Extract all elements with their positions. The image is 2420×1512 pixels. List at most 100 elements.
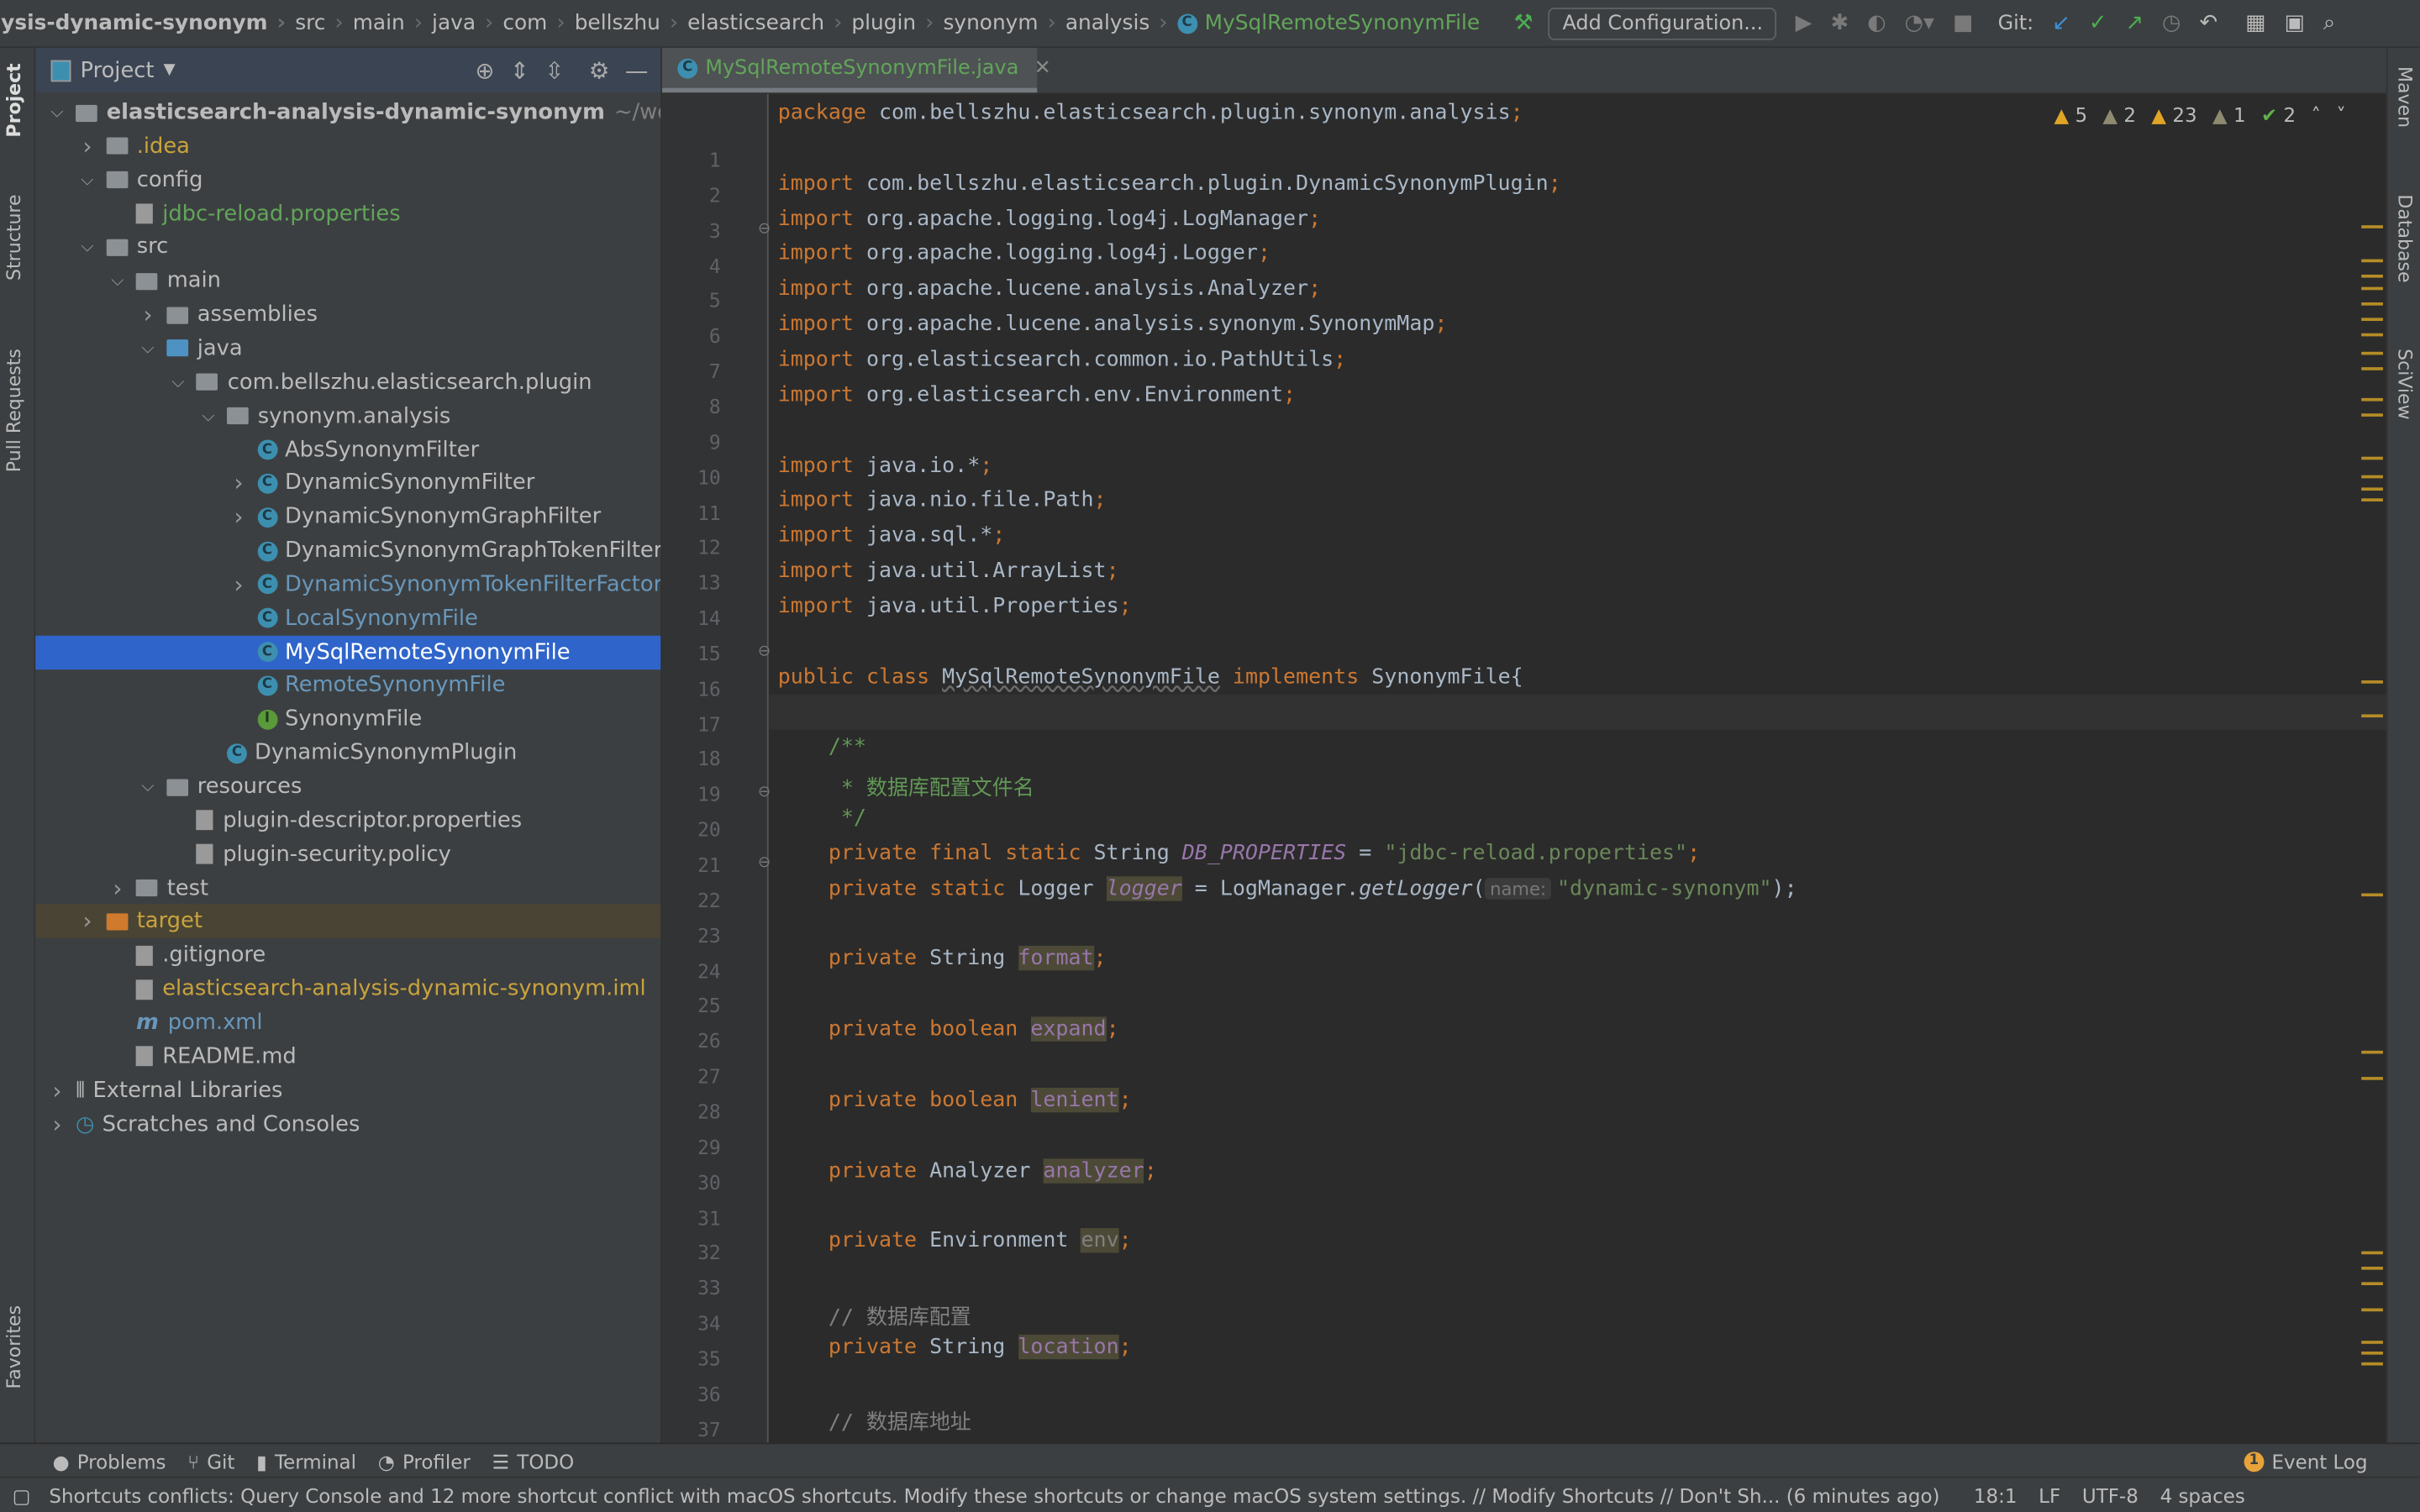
chevron-right-icon[interactable]: › bbox=[78, 133, 97, 160]
git-commit-icon[interactable]: ✓ bbox=[2089, 11, 2107, 35]
warning-stripe-mark[interactable] bbox=[2361, 1282, 2383, 1286]
next-highlight-icon[interactable]: ˅ bbox=[2336, 103, 2345, 127]
tool-tab-favorites[interactable]: Favorites bbox=[3, 1305, 25, 1389]
chevron-down-icon[interactable]: ⌵ bbox=[48, 102, 66, 123]
warnings-count[interactable]: ▲ 5 bbox=[2054, 103, 2087, 127]
tree-item[interactable]: m pom.xml bbox=[35, 1005, 660, 1039]
chevron-right-icon[interactable]: › bbox=[229, 470, 248, 497]
warning-stripe-mark[interactable] bbox=[2361, 333, 2383, 337]
code-line[interactable]: import com.bellszhu.elasticsearch.plugin… bbox=[778, 171, 1561, 195]
tree-item[interactable]: › test bbox=[35, 871, 660, 905]
history-icon[interactable]: ◷ bbox=[2162, 11, 2181, 35]
chevron-right-icon[interactable]: › bbox=[139, 301, 157, 328]
close-icon[interactable]: ✕ bbox=[1034, 56, 1051, 80]
code-line[interactable]: import org.elasticsearch.common.io.PathU… bbox=[778, 347, 1346, 371]
tree-item[interactable]: README.md bbox=[35, 1040, 660, 1074]
code-line[interactable]: private String format; bbox=[778, 946, 1107, 972]
code-line[interactable]: private boolean expand; bbox=[778, 1016, 1119, 1042]
rollback-icon[interactable]: ↶ bbox=[2200, 11, 2218, 35]
chevron-down-icon[interactable]: ⌵ bbox=[78, 237, 97, 259]
line-separator[interactable]: LF bbox=[2039, 1484, 2060, 1508]
status-message[interactable]: Shortcuts conflicts: Query Console and 1… bbox=[49, 1484, 1939, 1508]
code-line[interactable]: package com.bellszhu.elasticsearch.plugi… bbox=[778, 100, 1523, 124]
code-line[interactable]: * 数据库配置文件名 bbox=[778, 770, 1034, 801]
tree-item[interactable]: C RemoteSynonymFile bbox=[35, 669, 660, 702]
hide-icon[interactable]: — bbox=[625, 56, 649, 84]
weak-warnings-count[interactable]: ▲ 2 bbox=[2102, 103, 2136, 127]
breadcrumb-item[interactable]: analysis › bbox=[1065, 11, 1177, 35]
code-line[interactable]: private final static String DB_PROPERTIE… bbox=[778, 841, 1700, 865]
tool-tab-sciview[interactable]: SciView bbox=[2394, 349, 2416, 420]
breadcrumb-item[interactable]: elasticsearch › bbox=[687, 11, 851, 35]
project-view-selector[interactable]: Project bbox=[81, 58, 155, 82]
code-line[interactable]: private String location; bbox=[778, 1334, 1132, 1359]
fold-icon[interactable]: ⊖ bbox=[758, 643, 771, 660]
code-line[interactable]: private static Logger logger = LogManage… bbox=[778, 875, 1797, 901]
warning-stripe-mark[interactable] bbox=[2361, 475, 2383, 479]
warning-stripe-mark[interactable] bbox=[2361, 1077, 2383, 1080]
tree-item[interactable]: C AbsSynonymFilter bbox=[35, 433, 660, 466]
tab-mysqlremotesynonymfile[interactable]: C MySqlRemoteSynonymFile.java ✕ bbox=[661, 47, 1051, 93]
tree-item[interactable]: elasticsearch-analysis-dynamic-synonym.i… bbox=[35, 972, 660, 1005]
tree-item[interactable]: ⌵ synonym.analysis bbox=[35, 399, 660, 433]
run-icon[interactable]: ▶ bbox=[1796, 11, 1812, 35]
build-hammer-icon[interactable]: ⚒ bbox=[1514, 11, 1534, 35]
locate-icon[interactable]: ⊕ bbox=[475, 56, 494, 84]
git-push-icon[interactable]: ↗ bbox=[2125, 11, 2144, 35]
code-line[interactable]: import org.apache.logging.log4j.Logger; bbox=[778, 241, 1270, 265]
tool-tab-maven[interactable]: Maven bbox=[2394, 66, 2416, 128]
tree-item[interactable]: › C DynamicSynonymTokenFilterFactory bbox=[35, 568, 660, 601]
code-line[interactable]: // 数据库地址 bbox=[778, 1404, 971, 1436]
tool-tab-git[interactable]: ⑂ Git bbox=[187, 1450, 234, 1473]
tree-item[interactable]: ⌵ config bbox=[35, 163, 660, 197]
warning-stripe-mark[interactable] bbox=[2361, 397, 2383, 402]
tool-tab-problems[interactable]: ● Problems bbox=[52, 1450, 166, 1473]
fold-icon[interactable]: ⊖ bbox=[758, 220, 771, 237]
tree-item[interactable]: plugin-descriptor.properties bbox=[35, 804, 660, 837]
add-configuration-button[interactable]: Add Configuration... bbox=[1548, 7, 1777, 39]
tree-item[interactable]: plugin-security.policy bbox=[35, 837, 660, 871]
chevron-right-icon[interactable]: › bbox=[108, 874, 127, 902]
tool-tab-database[interactable]: Database bbox=[2394, 194, 2416, 282]
code-line[interactable]: public class MySqlRemoteSynonymFile impl… bbox=[778, 664, 1523, 689]
tree-item[interactable]: › ⦀ External Libraries bbox=[35, 1074, 660, 1107]
warning-stripe-mark[interactable] bbox=[2361, 680, 2383, 684]
chevron-right-icon[interactable]: › bbox=[48, 1076, 66, 1104]
inspection-widget[interactable]: ▲ 5 ▲ 2 ▲ 23 ▲ 1 ✔ 2 ˄ ˅ bbox=[2054, 103, 2345, 127]
git-update-icon[interactable]: ↙ bbox=[2052, 11, 2070, 35]
chevron-right-icon[interactable]: › bbox=[78, 908, 97, 936]
warning-stripe-mark[interactable] bbox=[2361, 1266, 2383, 1270]
code-line[interactable]: private Analyzer analyzer; bbox=[778, 1158, 1157, 1183]
project-structure-icon[interactable]: ▦ bbox=[2245, 11, 2265, 35]
tree-item[interactable]: ⌵ com.bellszhu.elasticsearch.plugin bbox=[35, 365, 660, 399]
fold-icon[interactable]: ⊖ bbox=[758, 855, 771, 872]
code-line[interactable]: import java.nio.file.Path; bbox=[778, 488, 1107, 512]
warning-stripe-mark[interactable] bbox=[2361, 225, 2383, 228]
code-line[interactable]: private Environment env; bbox=[778, 1228, 1132, 1253]
chevron-down-icon[interactable]: ▼ bbox=[164, 61, 176, 78]
warning-stripe-mark[interactable] bbox=[2361, 367, 2383, 370]
warning-stripe-mark[interactable] bbox=[2361, 274, 2383, 278]
code-line[interactable]: import java.io.*; bbox=[778, 453, 993, 477]
code-line[interactable]: */ bbox=[778, 806, 866, 830]
code-line[interactable]: import java.sql.*; bbox=[778, 523, 1006, 548]
expand-all-icon[interactable]: ⇕ bbox=[510, 56, 529, 84]
indent-setting[interactable]: 4 spaces bbox=[2160, 1484, 2245, 1508]
warning-stripe-mark[interactable] bbox=[2361, 1362, 2383, 1366]
tree-item[interactable]: › C DynamicSynonymFilter bbox=[35, 466, 660, 500]
code-line[interactable]: /** bbox=[778, 735, 866, 759]
breadcrumb-item[interactable]: plugin › bbox=[851, 11, 943, 35]
tree-item[interactable]: I SynonymFile bbox=[35, 702, 660, 736]
file-encoding[interactable]: UTF-8 bbox=[2082, 1484, 2139, 1508]
breadcrumb-current-file[interactable]: C MySqlRemoteSynonymFile bbox=[1176, 11, 1480, 35]
breadcrumb-item[interactable]: lysis-dynamic-synonym › bbox=[0, 11, 295, 35]
chevron-down-icon[interactable]: ⌵ bbox=[199, 405, 218, 427]
chevron-down-icon[interactable]: ⌵ bbox=[139, 776, 157, 798]
warning-stripe-mark[interactable] bbox=[2361, 259, 2383, 263]
warning-stripe-mark[interactable] bbox=[2361, 1251, 2383, 1255]
previous-highlight-icon[interactable]: ˄ bbox=[2312, 103, 2321, 127]
code-line[interactable]: import org.apache.lucene.analysis.Analyz… bbox=[778, 276, 1321, 301]
code-line[interactable]: // 数据库配置 bbox=[778, 1299, 971, 1330]
chevron-down-icon[interactable]: ⌵ bbox=[169, 371, 187, 393]
warning-stripe-mark[interactable] bbox=[2361, 893, 2383, 897]
